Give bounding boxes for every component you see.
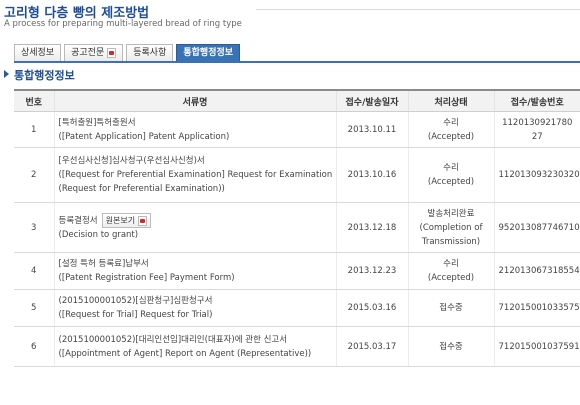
receipt-date: 2013.10.11 [335,111,408,148]
document-name-text: [설정 특허 등록료]납부서 [58,259,149,269]
processing-status-line: (Accepted) [427,177,475,187]
document-name-cell: [설정 특허 등록료]납부서 ([Patent Registration Fee]… [53,252,336,290]
document-name-line: [설정 특허 등록료]납부서 [59,257,332,271]
document-name-text: (2015100001052)[대리인선임]대리인(대표자)에 관한 신고서 [58,334,288,345]
tab-detail-info[interactable]: 상세정보 [14,44,62,61]
document-name-line: (2015100001052)[심판청구]심판청구서 [59,294,332,308]
document-name-text: (Request for Preferential Examination)) [58,184,225,194]
processing-status-line: (Accepted) [427,131,475,142]
receipt-number: 212013067318554 [493,252,580,290]
processing-status-line: 발송처리완료 [427,208,475,219]
receipt-number: 1120130921780​27 [493,111,580,148]
receipt-date: 2015.03.16 [335,289,408,327]
row-number: 3 [14,202,54,253]
col-header-number: 번호 [14,89,54,112]
receipt-date: 2013.12.18 [335,202,408,253]
tab-label: 등록사항 [133,48,167,58]
document-name-line: [우선심사신청]심사청구(우선심사신청)서 [59,154,332,168]
processing-status-cell: 발송처리완료 (Completion of Transmission) [407,202,494,253]
processing-status-cell: 수리 (Accepted) [407,252,494,290]
table-header-row: 번호 서류명 접수/발송일자 처리상태 접수/발송번호 [14,89,580,112]
document-name-line: 등록결정서 원본보기 [59,213,332,228]
document-name-text: [특허출원]특허출원서 [58,117,136,128]
table-row: 4 [설정 특허 등록료]납부서 ([Patent Registration Fee… [14,252,580,290]
document-name-line: ([Request for Preferential Examination] … [58,168,333,182]
tab-publication-full-text[interactable]: 공고전문 [64,44,124,61]
tab-label: 통합행정정보 [183,48,234,58]
document-name-text: (2015100001052)[심판청구]심판청구서 [58,296,213,306]
page-subtitle: A process for preparing multi-layered br… [4,19,242,29]
processing-status-line: (Completion of [419,222,483,233]
receipt-date: 2013.12.23 [335,252,408,290]
row-number: 6 [14,326,54,367]
document-name-line: ([Patent Registration Fee] Payment Form) [59,271,332,285]
processing-status-line: 수리 [443,117,459,128]
processing-status-cell: 수리 (Accepted) [407,147,494,203]
section-title: 통합행정정보 [4,67,75,83]
receipt-number: 712015001037591 [493,326,580,367]
document-name-line: (Request for Preferential Examination)) [59,182,332,196]
table-row: 5 (2015100001052)[심판청구]심판청구서 ([Request for… [14,289,580,327]
document-name-line: ([Appointment of Agent] Report on Agent … [59,347,332,361]
table-row: 1 [특허출원]특허출원서 ([Patent Application] Patent… [14,111,580,148]
processing-status-cell: 접수중 [407,289,494,327]
document-name-text: 등록결정서 [58,216,98,226]
tab-bar: 상세정보 공고전문 등록사항 통합행정정보 [14,44,243,62]
triangle-bullet-icon [4,70,9,78]
document-name-cell: (2015100001052)[심판청구]심판청구서 ([Request for … [53,289,336,327]
processing-status-cell: 수리 (Accepted) [407,111,494,148]
row-number: 2 [14,147,54,203]
col-header-status: 처리상태 [407,89,494,112]
document-name-line: ([Request for Trial] Request for Trial) [59,308,332,322]
table-row: 2 [우선심사신청]심사청구(우선심사신청)서 ([Request for Pref… [14,147,580,203]
tab-label: 공고전문 [71,48,105,58]
pdf-icon [107,48,117,58]
receipt-date: 2013.10.16 [335,147,408,203]
document-name-line: [특허출원]특허출원서 [59,116,332,130]
processing-status-line: 접수중 [439,303,463,313]
tab-registration-info[interactable]: 등록사항 [126,44,174,61]
document-name-cell: [우선심사신청]심사청구(우선심사신청)서 ([Request for Prefe… [53,147,336,203]
receipt-date: 2015.03.17 [335,326,408,367]
tab-underline [14,61,580,63]
section-title-text: 통합행정정보 [14,69,75,82]
document-name-text: ([Patent Application] Patent Application… [58,131,230,142]
document-name-text: ([Patent Registration Fee] Payment Form) [58,273,235,283]
row-number: 5 [14,289,54,327]
document-name-text: [우선심사신청]심사청구(우선심사신청)서 [58,156,205,166]
document-name-line: (2015100001052)[대리인선임]대리인(대표자)에 관한 신고서 [59,333,332,347]
view-original-label: 원본보기 [105,215,136,225]
tab-integrated-admin-info[interactable]: 통합행정정보 [176,44,241,61]
receipt-number: 712015001033575 [493,289,580,327]
col-header-date: 접수/발송일자 [335,89,408,112]
document-name-text: ([Request for Preferential Examination] … [58,170,333,180]
document-name-cell: 등록결정서 원본보기 (Decision to grant) [53,202,336,253]
receipt-number: 952013087746710 [493,202,580,253]
document-name-text: (Decision to grant) [58,230,139,240]
processing-status-line: 수리 [443,163,459,173]
processing-status-line: 수리 [443,259,459,269]
processing-status-line: Transmission) [421,236,481,247]
view-original-button[interactable]: 원본보기 [101,213,152,228]
document-name-text: ([Request for Trial] Request for Trial) [58,310,213,320]
table-row: 3 등록결정서 원본보기 (Decision to grant) 2013.12.18 발… [14,202,580,253]
document-name-line: (Decision to grant) [59,228,332,242]
title-divider [256,9,580,10]
document-name-line: ([Patent Application] Patent Application… [59,130,332,144]
document-name-cell: [특허출원]특허출원서 ([Patent Application] Patent … [53,111,336,148]
document-name-text: ([Appointment of Agent] Report on Agent … [58,348,312,359]
row-number: 4 [14,252,54,290]
col-header-document: 서류명 [53,89,336,112]
tab-label: 상세정보 [21,48,55,58]
processing-status-cell: 접수중 [407,326,494,367]
admin-info-table: 번호 서류명 접수/발송일자 처리상태 접수/발송번호 1 [특허출원]특허출원서… [14,89,580,367]
pdf-icon [138,215,148,226]
table-row: 6 (2015100001052)[대리인선임]대리인(대표자)에 관한 신고서(… [14,326,580,367]
document-name-cell: (2015100001052)[대리인선임]대리인(대표자)에 관한 신고서 ([… [53,326,336,367]
processing-status-line: 접수중 [439,341,463,352]
col-header-receipt-number: 접수/발송번호 [493,89,580,112]
processing-status-line: (Accepted) [427,273,475,283]
receipt-number: 112013093230320 [493,147,580,203]
row-number: 1 [14,111,54,148]
